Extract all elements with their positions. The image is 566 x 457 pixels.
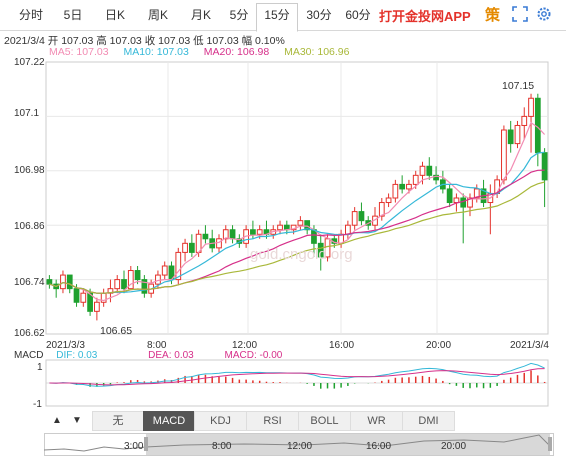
candle-body	[277, 224, 283, 231]
candle-body	[182, 242, 188, 253]
y-tick-label: 106.74	[14, 277, 45, 288]
candle-body	[406, 183, 412, 190]
navigator-label: 20:00	[441, 441, 467, 452]
indicator-wr[interactable]: WR	[350, 411, 403, 431]
x-tick-label: 2021/3/4	[510, 340, 549, 351]
candle-body	[229, 229, 236, 240]
candle-body	[66, 274, 73, 290]
indicator-macd[interactable]: MACD	[143, 411, 195, 431]
macd-title: MACD	[14, 350, 44, 361]
scroll-up-button[interactable]: ▲	[49, 413, 65, 429]
navigator-label: 3:00	[124, 441, 144, 452]
candle-body	[73, 288, 80, 303]
y-tick-label: 106.98	[14, 165, 45, 176]
candle-body	[250, 229, 256, 235]
candle-body	[188, 242, 195, 253]
candle-body	[60, 274, 66, 290]
indicator-dmi[interactable]: DMI	[402, 411, 455, 431]
candle-body	[514, 124, 521, 145]
candle-body	[94, 301, 100, 312]
high-annotation: 107.15	[502, 80, 535, 92]
macd-value-label: MACD: -0.00	[224, 350, 283, 361]
candle-body	[345, 224, 351, 235]
candle-body	[534, 97, 541, 154]
candle-body	[426, 165, 433, 176]
indicator-kdj[interactable]: KDJ	[194, 411, 247, 431]
candle-body	[134, 270, 141, 281]
candle-body	[528, 97, 534, 117]
candle-body	[385, 197, 392, 204]
candle-body	[161, 265, 168, 276]
indicator-boll[interactable]: BOLL	[298, 411, 351, 431]
x-tick-label: 16:00	[329, 340, 355, 351]
candle-body	[202, 233, 209, 240]
candle-body	[399, 183, 406, 190]
candlestick-chart[interactable]	[0, 0, 566, 457]
candle-body	[358, 211, 365, 222]
navigator-label: 8:00	[212, 441, 232, 452]
candle-body	[80, 292, 87, 303]
y-tick-label: 107.22	[14, 57, 45, 68]
candle-body	[351, 211, 358, 226]
indicator-none[interactable]: 无	[92, 411, 144, 431]
y-tick-label: 106.86	[14, 221, 45, 232]
macd-legend: MACD DIF: 0.03 DEA: 0.03 MACD: -0.00	[14, 350, 292, 361]
scroll-down-button[interactable]: ▼	[69, 413, 85, 429]
candle-body	[419, 165, 426, 176]
candle-body	[521, 115, 528, 126]
y-tick-label: 106.62	[14, 328, 45, 339]
candle-body	[501, 129, 507, 181]
candle-body	[460, 197, 467, 208]
candle-body	[446, 188, 453, 204]
x-tick-label: 20:00	[426, 340, 452, 351]
y-tick-label: 107.1	[14, 108, 40, 119]
dea-label: DEA: 0.03	[148, 350, 194, 361]
candle-body	[392, 183, 399, 199]
dif-label: DIF: 0.03	[56, 350, 98, 361]
watermark: gold.cngold.org	[250, 246, 353, 263]
low-annotation: 106.65	[100, 325, 133, 337]
candle-body	[297, 220, 304, 226]
candle-body	[256, 229, 263, 235]
candle-body	[121, 279, 127, 290]
macd-y-bottom: -1	[33, 399, 42, 410]
candle-body	[412, 174, 419, 185]
candle-body	[46, 279, 53, 285]
macd-y-top: 1	[37, 362, 43, 373]
candle-body	[507, 129, 514, 145]
candle-body	[114, 279, 121, 290]
candle-body	[453, 197, 460, 204]
candle-body	[216, 238, 222, 249]
indicator-rsi[interactable]: RSI	[246, 411, 299, 431]
candle-body	[155, 274, 161, 285]
candle-body	[541, 152, 548, 181]
navigator-label: 12:00	[287, 441, 313, 452]
navigator-label: 16:00	[366, 441, 392, 452]
